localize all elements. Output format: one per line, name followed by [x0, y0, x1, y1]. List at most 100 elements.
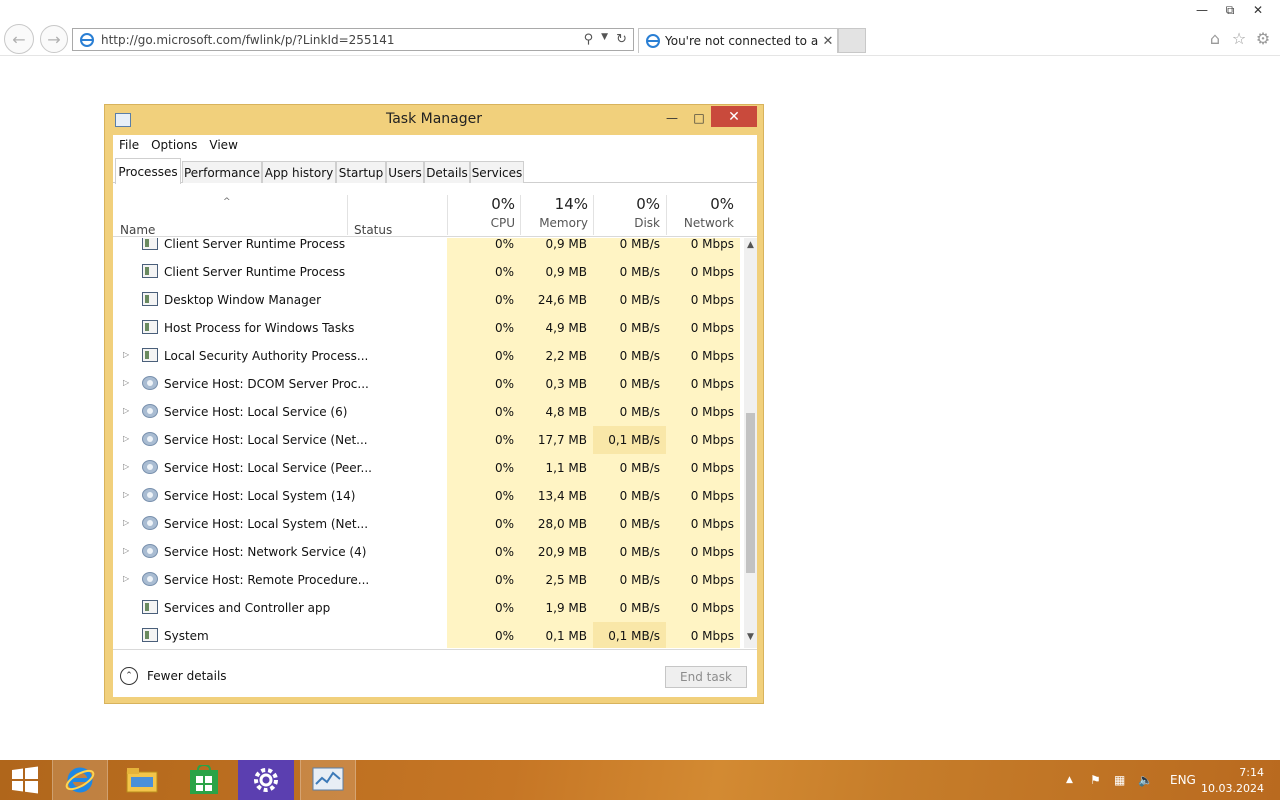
address-bar[interactable]: http://go.microsoft.com/fwlink/p/?LinkId…: [72, 28, 634, 51]
column-disk[interactable]: 0% Disk: [598, 195, 660, 230]
column-cpu[interactable]: 0% CPU: [453, 195, 515, 230]
menu-view[interactable]: View: [203, 138, 243, 152]
tab-startup[interactable]: Startup: [336, 161, 386, 183]
system-tray: ▲ ⚑ ▦ 🔈 ENG: [1066, 760, 1196, 800]
table-row[interactable]: ▷ Local Security Authority Process... 0% 2,…: [113, 342, 743, 370]
expand-chevron-icon[interactable]: ▷: [123, 434, 129, 443]
table-row[interactable]: ▷ Service Host: Remote Procedure... 0% 2,5 …: [113, 566, 743, 594]
taskbar-internet-explorer[interactable]: [52, 760, 108, 800]
fewer-details-link[interactable]: Fewer details: [147, 669, 227, 683]
scroll-down-icon[interactable]: ▼: [744, 632, 757, 646]
table-row[interactable]: ▷ Service Host: Network Service (4) 0% 20,9…: [113, 538, 743, 566]
service-gear-icon: [142, 460, 158, 474]
expand-chevron-icon[interactable]: ▷: [123, 546, 129, 555]
search-icon[interactable]: ⚲: [584, 32, 594, 47]
forward-button[interactable]: →: [40, 25, 68, 53]
vertical-scrollbar[interactable]: ▲ ▼: [744, 238, 757, 648]
table-row[interactable]: ▷ Service Host: Local System (14) 0% 13,4 M…: [113, 482, 743, 510]
table-row[interactable]: Host Process for Windows Tasks 0% 4,9 MB 0 …: [113, 314, 743, 342]
dropdown-icon[interactable]: ▼: [601, 32, 608, 47]
tab-processes[interactable]: Processes: [115, 158, 181, 184]
process-network: 0 Mbps: [690, 349, 734, 363]
task-manager-titlebar[interactable]: Task Manager — □ ✕: [105, 105, 763, 133]
table-row[interactable]: ▷ Service Host: Local Service (Net... 0% 17…: [113, 426, 743, 454]
network-icon[interactable]: ▦: [1114, 773, 1132, 787]
process-name: Client Server Runtime Process: [164, 238, 346, 251]
minimize-icon[interactable]: —: [659, 107, 685, 129]
table-row[interactable]: ▷ Service Host: DCOM Server Proc... 0% 0,3 …: [113, 370, 743, 398]
browser-tab[interactable]: You're not connected to a ... ✕: [638, 28, 838, 53]
tab-strip: Processes Performance App history Startu…: [113, 157, 757, 184]
scroll-up-icon[interactable]: ▲: [744, 240, 757, 254]
scroll-thumb[interactable]: [746, 413, 755, 573]
expand-chevron-icon[interactable]: ▷: [123, 350, 129, 359]
process-disk: 0 MB/s: [619, 489, 660, 503]
menu-options[interactable]: Options: [145, 138, 203, 152]
address-tools: ⚲ ▼ ↻: [584, 32, 633, 47]
tab-performance[interactable]: Performance: [182, 161, 262, 183]
disk-total: 0%: [636, 195, 660, 213]
expand-chevron-icon[interactable]: ▷: [123, 462, 129, 471]
tab-users[interactable]: Users: [386, 161, 424, 183]
tools-gear-icon[interactable]: ⚙: [1253, 28, 1273, 48]
language-indicator[interactable]: ENG: [1170, 773, 1196, 787]
clock-date: 10.03.2024: [1201, 782, 1264, 795]
process-disk: 0,1 MB/s: [608, 629, 660, 643]
close-icon[interactable]: ✕: [711, 106, 757, 127]
process-memory: 2,5 MB: [545, 573, 587, 587]
home-icon[interactable]: ⌂: [1205, 28, 1225, 48]
tab-app-history[interactable]: App history: [262, 161, 336, 183]
column-memory[interactable]: 14% Memory: [523, 195, 588, 230]
maximize-icon[interactable]: □: [686, 107, 712, 129]
column-separator: [666, 195, 667, 235]
address-url[interactable]: http://go.microsoft.com/fwlink/p/?LinkId…: [101, 33, 584, 47]
expand-chevron-icon[interactable]: ▷: [123, 378, 129, 387]
menu-file[interactable]: File: [113, 138, 145, 152]
process-cpu: 0%: [494, 238, 514, 251]
column-separator: [347, 195, 348, 235]
column-network[interactable]: 0% Network: [668, 195, 734, 230]
table-row[interactable]: ▷ Service Host: Local System (Net... 0% 28,…: [113, 510, 743, 538]
restore-icon[interactable]: ⧉: [1216, 0, 1244, 20]
process-cpu: 0%: [494, 629, 514, 643]
taskbar-file-explorer[interactable]: [114, 760, 170, 800]
column-name[interactable]: Name: [120, 223, 155, 237]
start-button[interactable]: [0, 760, 50, 800]
chevron-up-icon[interactable]: ⌃: [120, 667, 138, 685]
expand-chevron-icon[interactable]: ▷: [123, 490, 129, 499]
flag-icon[interactable]: ⚑: [1090, 773, 1108, 787]
volume-icon[interactable]: 🔈: [1138, 773, 1156, 787]
expand-chevron-icon[interactable]: ▷: [123, 406, 129, 415]
refresh-icon[interactable]: ↻: [616, 32, 627, 47]
taskbar-store[interactable]: [176, 760, 232, 800]
table-row[interactable]: ▷ Service Host: Local Service (6) 0% 4,8 MB…: [113, 398, 743, 426]
taskbar-settings[interactable]: [238, 760, 294, 800]
process-network: 0 Mbps: [690, 629, 734, 643]
table-row[interactable]: Desktop Window Manager 0% 24,6 MB 0 MB/s 0 M…: [113, 286, 743, 314]
process-memory: 20,9 MB: [537, 545, 587, 559]
service-gear-icon: [142, 516, 158, 530]
tab-details[interactable]: Details: [424, 161, 470, 183]
expand-chevron-icon[interactable]: ▷: [123, 518, 129, 527]
new-tab-button[interactable]: [838, 28, 866, 53]
arrow-right-icon: →: [47, 29, 61, 49]
table-row[interactable]: Client Server Runtime Process 0% 0,9 MB 0 M…: [113, 258, 743, 286]
service-gear-icon: [142, 376, 158, 390]
minimize-icon[interactable]: —: [1188, 0, 1216, 20]
close-tab-icon[interactable]: ✕: [819, 34, 837, 49]
expand-chevron-icon[interactable]: ▷: [123, 574, 129, 583]
taskbar-task-manager[interactable]: [300, 760, 356, 800]
table-row[interactable]: Client Server Runtime Process 0% 0,9 MB 0 M…: [113, 238, 743, 258]
table-row[interactable]: ▷ Service Host: Local Service (Peer... 0% 1…: [113, 454, 743, 482]
column-status[interactable]: Status: [354, 223, 392, 237]
show-hidden-icons[interactable]: ▲: [1066, 775, 1080, 785]
close-icon[interactable]: ✕: [1244, 0, 1272, 20]
process-name: Local Security Authority Process...: [164, 349, 369, 363]
clock[interactable]: 7:14 10.03.2024: [1201, 765, 1264, 797]
back-button[interactable]: ←: [4, 24, 34, 54]
table-row[interactable]: System 0% 0,1 MB 0,1 MB/s 0 Mbps: [113, 622, 743, 648]
end-task-button[interactable]: End task: [665, 666, 747, 688]
tab-services[interactable]: Services: [470, 161, 524, 183]
favorites-icon[interactable]: ☆: [1229, 28, 1249, 48]
table-row[interactable]: Services and Controller app 0% 1,9 MB 0 MB/…: [113, 594, 743, 622]
